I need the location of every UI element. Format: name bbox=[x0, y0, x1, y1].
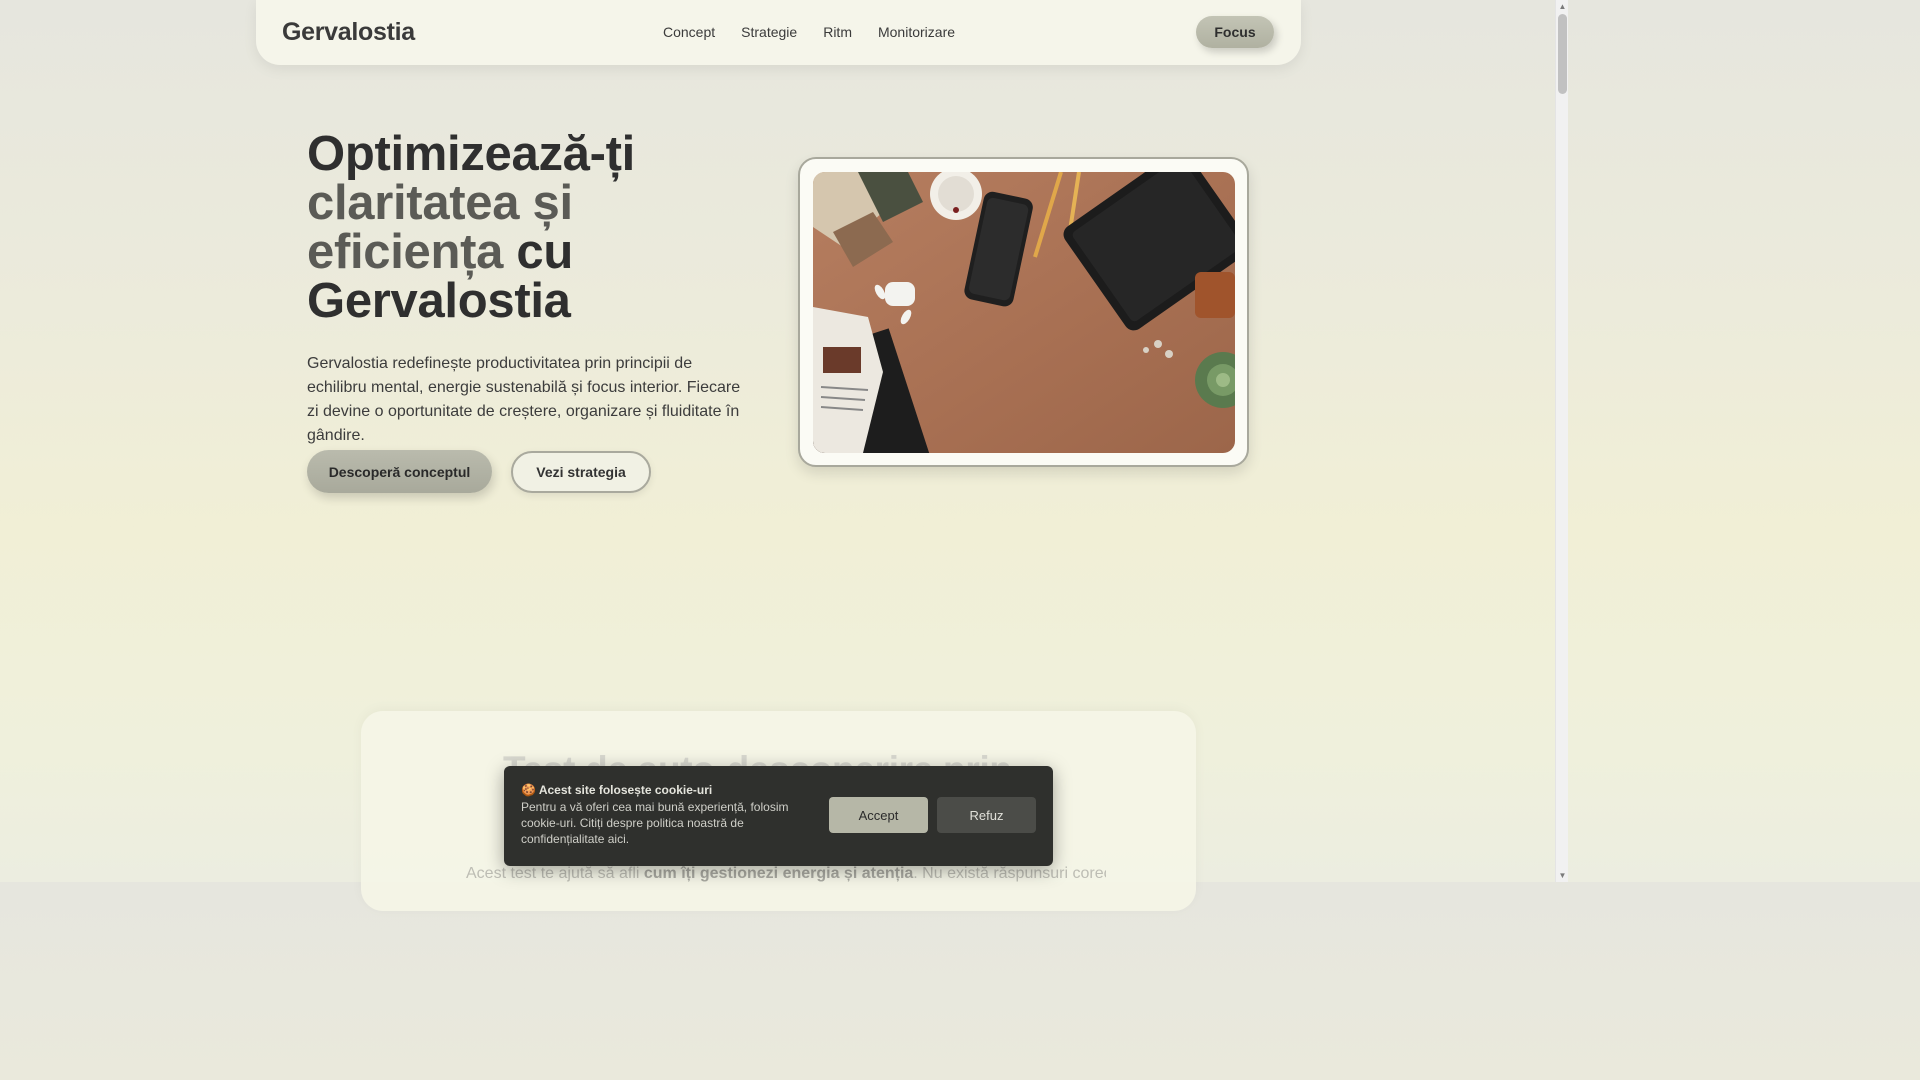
page: Gervalostia Concept Strategie Ritm Monit… bbox=[0, 0, 1555, 911]
discover-concept-button[interactable]: Descoperă conceptul bbox=[307, 450, 492, 493]
navbar: Gervalostia Concept Strategie Ritm Monit… bbox=[256, 0, 1301, 65]
scrollbar-thumb[interactable] bbox=[1558, 14, 1567, 94]
cookie-refuse-button[interactable]: Refuz bbox=[937, 797, 1036, 833]
hero-title-line2: claritatea și bbox=[307, 176, 573, 230]
cookie-text: Pentru a vă oferi cea mai bună experienț… bbox=[521, 800, 789, 846]
nav-link-ritm[interactable]: Ritm bbox=[823, 24, 852, 40]
cookie-accept-button[interactable]: Accept bbox=[829, 797, 928, 833]
cookie-title: 🍪 Acest site folosește cookie-uri bbox=[521, 783, 713, 797]
test-desc-before: Acest test te ajută să afli bbox=[466, 865, 644, 882]
hero-title-line4: Gervalostia bbox=[307, 274, 571, 328]
hero-image-frame bbox=[798, 157, 1249, 467]
focus-button[interactable]: Focus bbox=[1196, 16, 1274, 48]
page-scrollbar[interactable]: ▲ ▼ bbox=[1555, 0, 1568, 882]
hero-description: Gervalostia redefinește productivitatea … bbox=[307, 355, 741, 444]
nav-link-monitorizare[interactable]: Monitorizare bbox=[878, 24, 955, 40]
desk-flatlay-image bbox=[813, 172, 1235, 453]
hero-title-line1: Optimizează-ți bbox=[307, 127, 635, 181]
hero-title-line3-plain: cu bbox=[503, 225, 574, 279]
nav-link-strategie[interactable]: Strategie bbox=[741, 24, 797, 40]
brand-logo[interactable]: Gervalostia bbox=[282, 18, 415, 47]
hero-title-line3-soft: eficiența bbox=[307, 225, 504, 279]
cookie-banner: 🍪 Acest site folosește cookie-uri Pentru… bbox=[504, 766, 1053, 866]
hero-title: Optimizează-ți claritatea și eficiența c… bbox=[307, 130, 767, 326]
scroll-down-arrow-icon[interactable]: ▼ bbox=[1558, 871, 1567, 880]
test-section-description: Acest test te ajută să afli cum îți gest… bbox=[466, 865, 1106, 883]
test-desc-after: . Nu există răspunsuri corecte — bbox=[913, 865, 1106, 882]
view-strategy-button[interactable]: Vezi strategia bbox=[511, 451, 651, 493]
nav-link-concept[interactable]: Concept bbox=[663, 24, 715, 40]
test-desc-strong: cum îți gestionezi energia și atenția bbox=[643, 865, 914, 882]
nav-links: Concept Strategie Ritm Monitorizare bbox=[663, 24, 955, 40]
scroll-up-arrow-icon[interactable]: ▲ bbox=[1558, 2, 1567, 11]
